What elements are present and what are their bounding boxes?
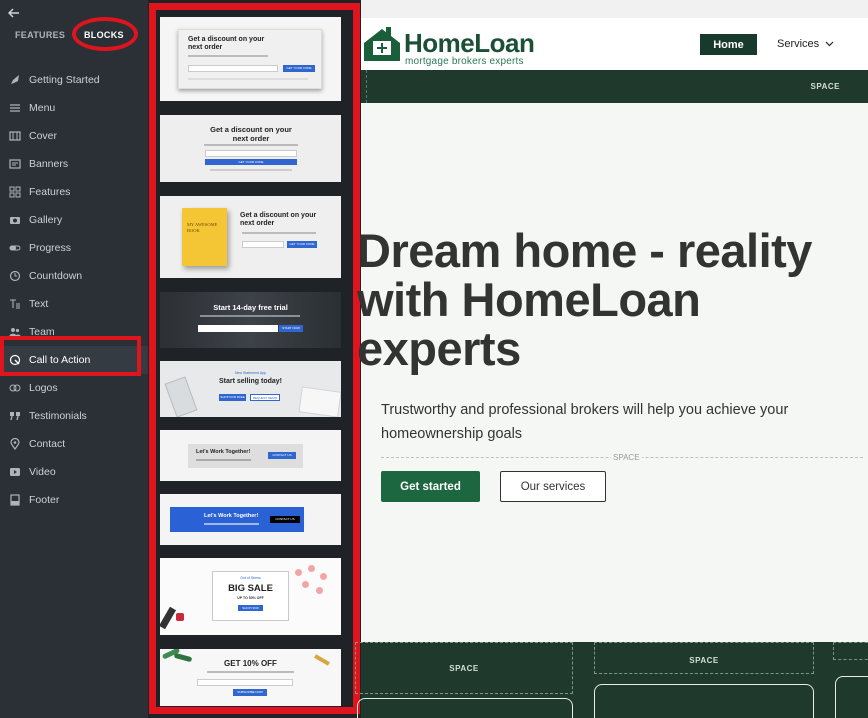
footer-icon <box>8 493 22 507</box>
spacer-section: SPACE <box>361 70 868 103</box>
highlight-box <box>0 336 141 376</box>
progress-icon <box>8 241 22 255</box>
sidebar-item-label: Testimonials <box>29 410 87 422</box>
sidebar-item-label: Cover <box>29 130 58 142</box>
sidebar-item-logos[interactable]: Logos <box>0 374 148 402</box>
features-grid-icon <box>8 185 22 199</box>
spacer-card: SPACE <box>355 642 573 694</box>
space-label: SPACE <box>810 82 840 91</box>
site-logo-title[interactable]: HomeLoan <box>404 28 535 59</box>
sidebar-item-getting-started[interactable]: Getting Started <box>0 66 148 94</box>
service-card[interactable] <box>357 698 573 718</box>
sidebar-item-text[interactable]: Text <box>0 290 148 318</box>
sidebar-item-label: Footer <box>29 494 60 506</box>
sidebar-item-label: Features <box>29 186 71 198</box>
sidebar-item-cover[interactable]: Cover <box>0 122 148 150</box>
nav-services-label: Services <box>777 38 820 50</box>
sidebar-item-footer[interactable]: Footer <box>0 486 148 514</box>
nav-services-link[interactable]: Services <box>777 38 834 50</box>
banner-icon <box>8 157 22 171</box>
cover-icon <box>8 129 22 143</box>
editor-root: FEATURES BLOCKS Getting Started Menu Cov… <box>0 0 868 718</box>
sidebar-item-banners[interactable]: Banners <box>0 150 148 178</box>
tab-features[interactable]: FEATURES <box>15 30 65 40</box>
space-label: SPACE <box>449 664 479 673</box>
block-category-list: Getting Started Menu Cover Banners Featu… <box>0 66 148 514</box>
hero-subtitle: Trustworthy and professional brokers wil… <box>381 402 789 442</box>
camera-icon <box>8 213 22 227</box>
spacer-card: SPACE <box>594 642 814 674</box>
sidebar-item-contact[interactable]: Contact <box>0 430 148 458</box>
spacer-dashed-edge <box>361 70 367 103</box>
sidebar-item-video[interactable]: Video <box>0 458 148 486</box>
services-section: SPACE SPACE <box>355 642 868 718</box>
canvas-top-strip <box>361 0 868 18</box>
sidebar-item-countdown[interactable]: Countdown <box>0 262 148 290</box>
service-card[interactable] <box>835 676 868 718</box>
blocks-sidebar: FEATURES BLOCKS Getting Started Menu Cov… <box>0 0 148 718</box>
house-logo-icon <box>362 27 402 68</box>
sidebar-item-label: Countdown <box>29 270 83 282</box>
space-label: SPACE <box>689 656 719 665</box>
menu-icon <box>8 101 22 115</box>
video-icon <box>8 465 22 479</box>
sidebar-item-gallery[interactable]: Gallery <box>0 206 148 234</box>
sidebar-item-label: Text <box>29 298 49 310</box>
back-arrow-icon[interactable] <box>7 6 20 22</box>
sidebar-item-testimonials[interactable]: Testimonials <box>0 402 148 430</box>
site-navbar: HomeLoan mortgage brokers experts Home S… <box>361 18 868 70</box>
text-icon <box>8 297 22 311</box>
logos-icon <box>8 381 22 395</box>
sidebar-item-features[interactable]: Features <box>0 178 148 206</box>
rocket-icon <box>8 73 22 87</box>
sidebar-item-menu[interactable]: Menu <box>0 94 148 122</box>
sidebar-item-label: Contact <box>29 438 66 450</box>
space-label: SPACE <box>611 453 642 462</box>
highlight-box <box>149 3 360 714</box>
sidebar-item-label: Getting Started <box>29 74 100 86</box>
sidebar-item-label: Banners <box>29 158 69 170</box>
our-services-button[interactable]: Our services <box>500 471 606 502</box>
spacer-card <box>833 642 868 660</box>
nav-home-link[interactable]: Home <box>700 34 757 55</box>
sidebar-item-label: Logos <box>29 382 58 394</box>
clock-icon <box>8 269 22 283</box>
sidebar-item-label: Menu <box>29 102 56 114</box>
sidebar-item-label: Gallery <box>29 214 63 226</box>
sidebar-item-label: Progress <box>29 242 72 254</box>
location-pin-icon <box>8 437 22 451</box>
sidebar-item-label: Video <box>29 466 56 478</box>
site-logo-subtitle: mortgage brokers experts <box>405 56 524 67</box>
chevron-down-icon <box>825 41 834 47</box>
quote-icon <box>8 409 22 423</box>
highlight-oval <box>72 17 138 51</box>
hero-title: Dream home - reality with HomeLoan exper… <box>357 224 812 375</box>
get-started-button[interactable]: Get started <box>381 471 480 502</box>
service-card[interactable] <box>594 684 814 718</box>
sidebar-item-progress[interactable]: Progress <box>0 234 148 262</box>
